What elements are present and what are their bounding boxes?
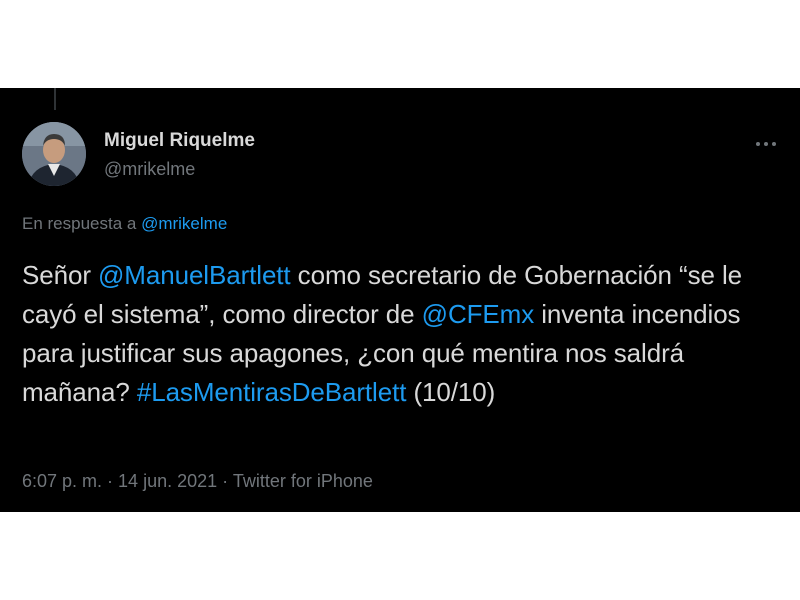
reply-mention-link[interactable]: @mrikelme xyxy=(141,214,227,233)
reply-context: En respuesta a @mrikelme xyxy=(22,214,227,234)
mention-link-manuelbartlett[interactable]: @ManuelBartlett xyxy=(98,260,291,290)
tweet-text-part: Señor xyxy=(22,260,99,290)
meta-separator: · xyxy=(102,471,119,491)
reply-prefix: En respuesta a xyxy=(22,214,142,233)
tweet-time-link[interactable]: 6:07 p. m. xyxy=(22,471,102,491)
avatar[interactable] xyxy=(22,122,86,186)
tweet-text-part: (10/10) xyxy=(406,377,496,407)
author-display-name[interactable]: Miguel Riquelme xyxy=(104,130,255,152)
tweet-card: Miguel Riquelme @mrikelme En respuesta a… xyxy=(0,88,800,512)
tweet-text: Señor @ManuelBartlett como secretario de… xyxy=(22,256,782,412)
thread-connector-line xyxy=(54,88,56,110)
author-info: Miguel Riquelme @mrikelme xyxy=(104,130,255,180)
author-handle[interactable]: @mrikelme xyxy=(104,158,255,180)
meta-separator: · xyxy=(217,471,233,491)
tweet-source: Twitter for iPhone xyxy=(232,471,373,491)
tweet-metadata: 6:07 p. m. · 14 jun. 2021 · Twitter for … xyxy=(22,470,373,492)
tweet-date-link[interactable]: 14 jun. 2021 xyxy=(118,471,217,491)
more-options-icon[interactable] xyxy=(754,136,778,152)
hashtag-link[interactable]: #LasMentirasDeBartlett xyxy=(137,377,407,407)
mention-link-cfemx[interactable]: @CFEmx xyxy=(422,299,535,329)
